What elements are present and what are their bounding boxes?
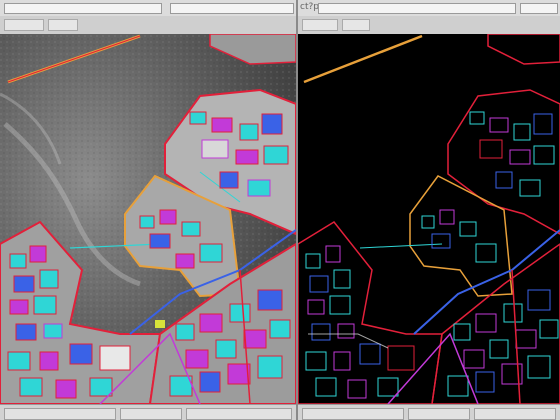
right-titlebar[interactable]: ct?p [298, 0, 560, 17]
right-status-cell-1 [302, 408, 404, 420]
left-statusbar [0, 404, 296, 420]
right-status-cell-3 [474, 408, 556, 420]
left-toolbar [0, 16, 296, 35]
left-titlebar[interactable] [0, 0, 296, 17]
right-statusbar [298, 404, 560, 420]
left-toolbar-menu[interactable] [4, 19, 44, 31]
left-title-field [4, 3, 162, 14]
left-status-cell-3 [186, 408, 292, 420]
right-toolbar-menu-2[interactable] [342, 19, 370, 31]
left-title-field-2 [170, 3, 294, 14]
right-image-viewport[interactable] [298, 34, 560, 404]
highlight-block [155, 320, 165, 328]
right-window-title: ct?p [300, 2, 319, 12]
right-toolbar [298, 16, 560, 35]
right-title-field [318, 3, 516, 14]
left-toolbar-menu-2[interactable] [48, 19, 78, 31]
left-aerial-map [0, 34, 296, 404]
left-status-cell-2 [120, 408, 182, 420]
right-title-field-2 [520, 3, 558, 14]
left-window [0, 0, 296, 420]
right-toolbar-menu[interactable] [302, 19, 338, 31]
right-status-cell-2 [408, 408, 470, 420]
right-window: ct?p [298, 0, 560, 420]
left-status-cell-1 [4, 408, 116, 420]
left-image-viewport[interactable] [0, 34, 296, 404]
right-edge-map [298, 34, 560, 404]
